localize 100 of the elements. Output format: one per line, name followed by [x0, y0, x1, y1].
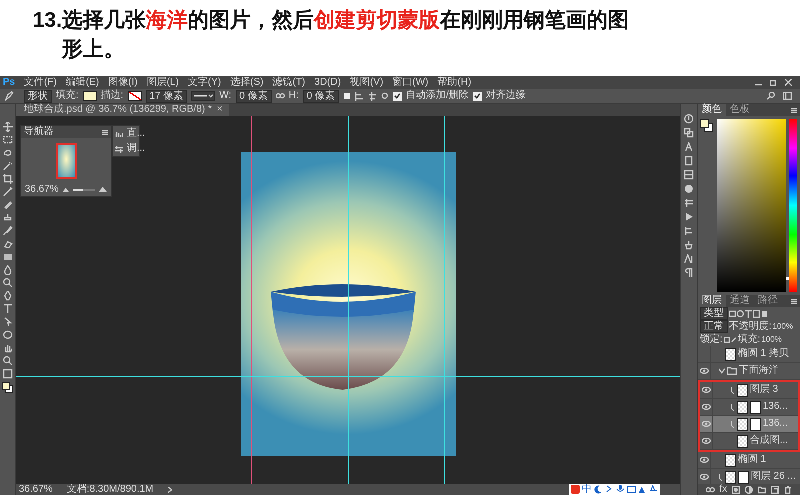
panel-icon[interactable] [684, 226, 694, 236]
ime-mode[interactable]: 中 [582, 484, 592, 495]
panel-icon[interactable] [684, 198, 694, 208]
checkbox[interactable] [472, 92, 482, 100]
panel-icon[interactable] [684, 156, 694, 166]
eye-icon[interactable] [702, 438, 710, 444]
panel-icon[interactable] [684, 254, 694, 264]
filter-dropdown[interactable]: 类型 [700, 307, 728, 320]
panel-menu-icon[interactable] [791, 299, 797, 304]
tool-icon[interactable] [2, 213, 12, 223]
menu-item[interactable]: 3D(D) [314, 76, 342, 88]
status-menu-icon[interactable] [168, 486, 172, 492]
tool-icon[interactable] [2, 356, 12, 366]
histogram-icon[interactable] [115, 130, 123, 138]
caret-down-icon[interactable] [719, 368, 725, 374]
menu-item[interactable]: 编辑(E) [66, 76, 100, 88]
stroke-width-field[interactable]: 17 像素 [146, 90, 188, 102]
mode-dropdown[interactable]: 形状 [24, 90, 52, 102]
layer-row[interactable]: 椭圆 1 [698, 452, 800, 469]
panel-icon[interactable] [684, 114, 694, 124]
layer-row[interactable]: 椭圆 1 拷贝 [698, 346, 800, 363]
menu-item[interactable]: 窗口(W) [392, 76, 429, 88]
zoom-field[interactable]: 36.67% [25, 184, 59, 196]
tool-icon[interactable] [2, 343, 12, 353]
filter-icon[interactable] [745, 310, 752, 318]
path-alignment-icon[interactable] [355, 92, 364, 100]
tool-icon[interactable] [2, 174, 12, 184]
ime-tool-icon[interactable] [649, 485, 658, 494]
menu-item[interactable]: 文件(F) [24, 76, 58, 88]
eye-icon[interactable] [702, 404, 710, 410]
path-operations-icon[interactable] [343, 92, 352, 100]
trash-icon[interactable] [784, 486, 792, 494]
tool-icon[interactable] [2, 161, 12, 171]
ime-tool-icon[interactable] [616, 485, 625, 494]
menu-item[interactable]: 图像(I) [108, 76, 138, 88]
document-tab[interactable]: 地球合成.psd @ 36.7% (136299, RGB/8) * [24, 104, 212, 116]
new-layer-icon[interactable] [771, 486, 780, 494]
menu-item[interactable]: 图层(L) [146, 76, 180, 88]
pen-icon[interactable] [4, 91, 14, 101]
checkbox[interactable] [393, 92, 402, 100]
close-icon[interactable] [785, 79, 792, 86]
color-field[interactable] [717, 119, 786, 292]
ime-logo-icon[interactable] [571, 485, 580, 494]
panel-icon[interactable] [684, 268, 694, 278]
tool-icon[interactable] [2, 122, 12, 132]
adjustments-icon[interactable] [115, 146, 123, 152]
eye-icon[interactable] [700, 457, 708, 463]
eye-icon[interactable] [702, 387, 710, 393]
stroke-swatch[interactable] [128, 91, 142, 101]
panel-icon[interactable] [684, 142, 694, 152]
fill-swatch[interactable] [82, 91, 97, 101]
line-style-dropdown[interactable] [191, 91, 216, 101]
fill-field[interactable]: 100% [762, 334, 782, 346]
layer-row[interactable]: 图层 3 [700, 382, 798, 399]
panel-icon[interactable] [684, 170, 694, 180]
adjustment-icon[interactable] [745, 486, 754, 494]
eye-icon[interactable] [700, 474, 708, 480]
width-field[interactable]: 0 像素 [236, 90, 272, 102]
panel-icon[interactable] [684, 240, 694, 250]
mask-icon[interactable] [732, 486, 740, 494]
panel-icon[interactable] [684, 212, 694, 222]
menu-item[interactable]: 帮助(H) [438, 76, 472, 88]
foreground-background-icon[interactable] [2, 382, 14, 394]
panel-tab[interactable]: 通道 [726, 295, 754, 307]
tool-icon[interactable] [2, 200, 12, 210]
workspace-icon[interactable] [783, 92, 792, 100]
opacity-field[interactable]: 100% [772, 320, 794, 332]
tool-icon[interactable] [2, 187, 12, 197]
panel-icon[interactable] [684, 184, 694, 194]
link-icon[interactable] [706, 486, 715, 492]
zoom-in-icon[interactable] [98, 187, 107, 192]
panel-tab[interactable]: 颜色 [698, 104, 726, 116]
restore-icon[interactable] [770, 79, 777, 86]
tool-icon[interactable] [2, 278, 12, 288]
panel-menu-icon[interactable] [791, 108, 797, 113]
tool-icon[interactable] [2, 369, 12, 379]
layer-row[interactable]: 下面海洋 [698, 363, 800, 380]
menu-item[interactable]: 文字(Y) [188, 76, 222, 88]
link-icon[interactable] [276, 93, 285, 99]
foreground-background-icon[interactable] [700, 119, 714, 133]
panel-tab[interactable]: 路径 [754, 295, 782, 307]
menu-item[interactable]: 选择(S) [230, 76, 264, 88]
zoom-out-icon[interactable] [62, 188, 69, 192]
tab-close-button[interactable]: × [217, 104, 223, 116]
tool-icon[interactable] [2, 304, 12, 314]
panel-tab[interactable]: 色板 [726, 104, 754, 116]
menu-item[interactable]: 视图(V) [350, 76, 384, 88]
folder-icon[interactable] [758, 486, 766, 494]
layer-row[interactable]: 合成图... [700, 433, 798, 450]
height-field[interactable]: 0 像素 [302, 90, 340, 102]
blend-mode-dropdown[interactable]: 正常 [700, 320, 728, 333]
search-icon[interactable] [767, 92, 775, 100]
layer-style-button[interactable]: fx [720, 484, 728, 495]
menu-item[interactable]: 滤镜(T) [272, 76, 306, 88]
panel-menu-icon[interactable] [102, 130, 108, 134]
eye-icon[interactable] [700, 368, 708, 374]
settings-icon[interactable] [381, 92, 390, 100]
tool-icon[interactable] [2, 291, 12, 301]
panel-tab[interactable]: 图层 [698, 295, 726, 307]
hue-slider[interactable] [789, 119, 797, 292]
